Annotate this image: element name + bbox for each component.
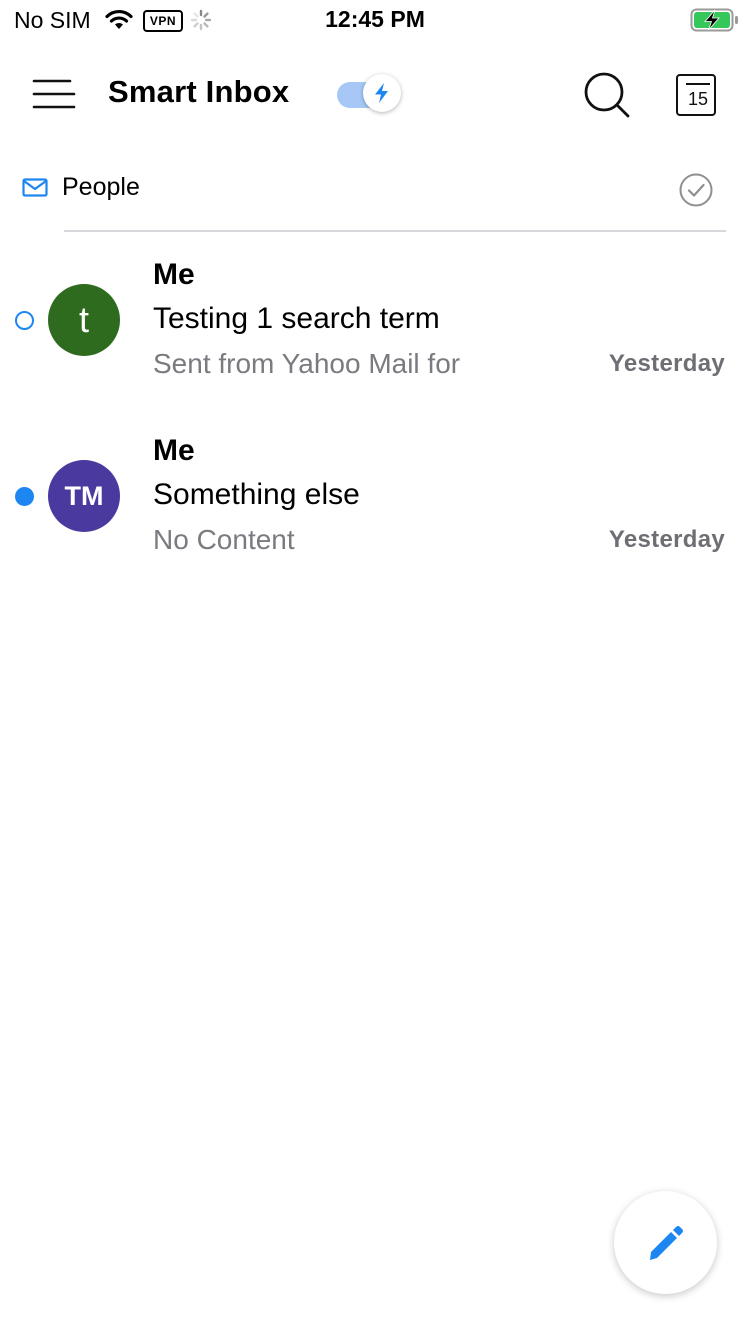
message-snippet: Sent from Yahoo Mail for <box>153 348 461 379</box>
smart-view-toggle[interactable] <box>337 74 403 116</box>
calendar-button[interactable]: 15 <box>674 72 718 116</box>
page-title: Smart Inbox <box>108 74 290 109</box>
sender-name: Me <box>153 258 195 291</box>
check-circle-icon[interactable] <box>678 172 714 213</box>
battery-charging-icon <box>690 8 740 37</box>
mail-screen: No SIM VPN 12:45 PM Smart Inbox 15 Peopl… <box>0 0 750 1334</box>
app-header: Smart Inbox 15 <box>0 50 750 140</box>
section-title: People <box>62 173 140 201</box>
status-bar: No SIM VPN 12:45 PM <box>0 0 750 40</box>
section-header-people: People <box>0 160 750 220</box>
unread-status-indicator[interactable] <box>15 487 34 506</box>
compose-button[interactable] <box>614 1191 717 1294</box>
message-date: Yesterday <box>608 526 725 553</box>
message-date: Yesterday <box>608 350 725 377</box>
message-subject: Something else <box>153 478 360 511</box>
section-divider <box>64 230 726 232</box>
avatar: TM <box>48 460 120 532</box>
avatar: t <box>48 284 120 356</box>
status-time: 12:45 PM <box>325 6 425 32</box>
message-list: t Me Testing 1 search term Sent from Yah… <box>0 240 750 592</box>
calendar-icon: 15 <box>676 74 716 116</box>
read-status-indicator[interactable] <box>15 311 34 330</box>
envelope-icon <box>22 178 48 203</box>
toggle-knob <box>363 74 401 112</box>
message-subject: Testing 1 search term <box>153 302 440 335</box>
sender-name: Me <box>153 434 195 467</box>
hamburger-menu-icon[interactable] <box>30 74 78 114</box>
calendar-day: 15 <box>687 89 709 109</box>
message-row[interactable]: TM Me Something else No Content Yesterda… <box>0 416 750 592</box>
message-row[interactable]: t Me Testing 1 search term Sent from Yah… <box>0 240 750 416</box>
search-icon[interactable] <box>582 70 632 120</box>
message-snippet: No Content <box>153 524 295 555</box>
